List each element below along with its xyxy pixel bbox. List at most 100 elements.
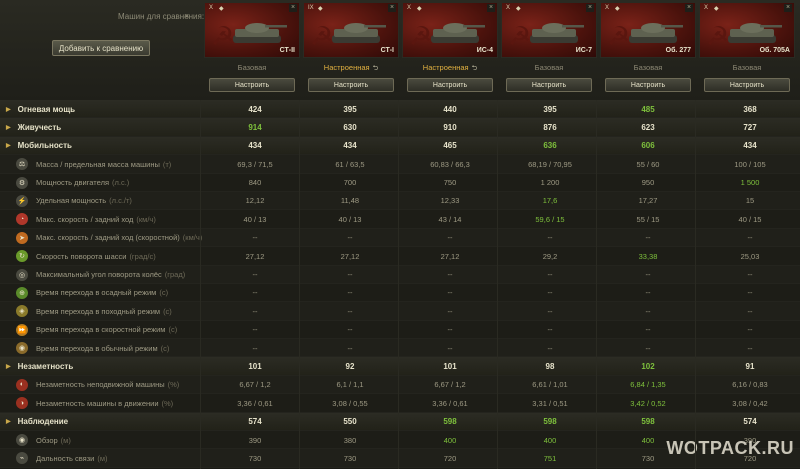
stat-value: -- [347, 325, 353, 335]
configure-button[interactable]: Настроить [704, 78, 790, 92]
stat-row: ⚡ Удельная мощность (л.с./т) 12,12 11,48 12… [0, 191, 800, 211]
stat-unit: (с) [168, 325, 178, 335]
stat-value: 465 [443, 141, 457, 151]
stat-label: ⊕ Время перехода в осадный режим (с) [16, 284, 168, 302]
section-row[interactable]: ▶ Огневая мощь 424 395 440 395 485 368 [0, 100, 800, 119]
configure-button[interactable]: Настроить [407, 78, 493, 92]
stat-name: Мощность двигателя [36, 178, 110, 188]
vehicle-column: ☭ X ◆ × Об. 705А Базовая Настроить [699, 0, 795, 100]
tier-label: X [605, 5, 610, 11]
stat-value: 395 [543, 104, 557, 114]
configure-button[interactable]: Настроить [506, 78, 592, 92]
configure-button[interactable]: Настроить [209, 78, 295, 92]
stat-value: -- [347, 270, 353, 280]
stat-value: 6,67 / 1,2 [239, 380, 271, 390]
section-row[interactable]: ▶ Незаметность 101 92 101 98 102 91 [0, 357, 800, 376]
stat-name: Обзор [36, 435, 58, 445]
stat-row: ◑ Незаметность машины в движении (%) 3,36… [0, 394, 800, 413]
vehicle-thumbnail[interactable]: ☭ X ◆ × СТ-II [204, 2, 300, 58]
section-row[interactable]: ▶ Мобильность 434 434 465 636 606 434 [0, 136, 800, 156]
section-label: ▶ Наблюдение [6, 413, 68, 431]
section-label: ▶ Живучесть [6, 118, 61, 136]
tank-icon [629, 23, 683, 43]
stat-label: ◐ Незаметность неподвижной машины (%) [16, 376, 179, 394]
weight-icon: ⚖ [16, 158, 28, 171]
vehicle-thumbnail[interactable]: ☭ X ◆ × ИС-4 [402, 2, 498, 58]
wheel-angle-icon: ◎ [16, 268, 28, 281]
stat-value: 3,31 / 0,51 [532, 398, 568, 408]
section-title: Мобильность [17, 141, 72, 151]
tank-icon [431, 23, 485, 43]
vehicle-name: ИС-4 [476, 47, 493, 54]
stat-value: -- [252, 306, 258, 316]
stat-value: 91 [745, 361, 755, 371]
stat-value: -- [645, 343, 651, 353]
remove-vehicle-icon[interactable]: × [487, 4, 495, 12]
vehicle-thumbnail[interactable]: ☭ X ◆ × ИС-7 [501, 2, 597, 58]
stat-unit: (%) [167, 380, 180, 390]
stat-value: 395 [343, 104, 357, 114]
vehicle-thumbnail[interactable]: ☭ IX ◆ × СТ-I [303, 2, 399, 58]
stat-value: 751 [543, 453, 557, 463]
remove-vehicle-icon[interactable]: × [586, 4, 594, 12]
section-title: Огневая мощь [17, 104, 75, 114]
stat-value: 720 [443, 453, 457, 463]
heavy-tank-icon: ◆ [417, 6, 422, 12]
fast-mode-icon: ⏩ [16, 323, 28, 336]
stat-value: 3,36 / 0,61 [237, 398, 273, 408]
vehicle-thumbnail[interactable]: ☭ X ◆ × Об. 705А [699, 2, 795, 58]
stat-row: ◔ Макс. скорость / задний ход (км/ч) 40 /… [0, 210, 800, 229]
configure-button[interactable]: Настроить [605, 78, 691, 92]
tank-icon [530, 23, 584, 43]
section-row[interactable]: ▶ Живучесть 914 630 910 876 623 727 [0, 118, 800, 137]
section-label: ▶ Незаметность [6, 357, 73, 375]
section-row[interactable]: ▶ Наблюдение 574 550 598 598 598 574 [0, 412, 800, 432]
stat-value: 3,42 / 0,52 [630, 398, 666, 408]
stat-value: 606 [641, 141, 655, 151]
stat-value: -- [645, 270, 651, 280]
stat-value: 550 [343, 417, 357, 427]
stat-value: 60,83 / 66,3 [430, 159, 470, 169]
reset-config-icon[interactable]: ⮌ [373, 65, 379, 72]
stat-value: 400 [443, 435, 457, 445]
vehicle-thumbnail[interactable]: ☭ X ◆ × Об. 277 [600, 2, 696, 58]
stat-label: ◔ Макс. скорость / задний ход (км/ч) [16, 210, 156, 228]
remove-vehicle-icon[interactable]: × [388, 4, 396, 12]
remove-vehicle-icon[interactable]: × [685, 4, 693, 12]
stat-value: 574 [743, 417, 757, 427]
clear-all-icon[interactable]: × [184, 11, 189, 21]
engine-icon: ⚙ [16, 176, 28, 189]
vehicle-column: ☭ X ◆ × ИС-4 Настроенная ⮌ Настроить [402, 0, 498, 100]
stat-value: 100 / 105 [734, 159, 766, 169]
normal-mode-icon: ◉ [16, 342, 28, 355]
remove-vehicle-icon[interactable]: × [289, 4, 297, 12]
stat-value: 68,19 / 70,95 [528, 159, 572, 169]
stat-row: ⚙ Мощность двигателя (л.с.) 840 700 750 1 20… [0, 173, 800, 192]
stat-value: -- [447, 233, 453, 243]
stat-row: ⊕ Время перехода в осадный режим (с) -- --… [0, 283, 800, 303]
stat-value: 55 / 60 [636, 159, 660, 169]
stat-value: 598 [641, 417, 655, 427]
tier-label: IX [308, 5, 314, 11]
radio-range-icon: ⌁ [16, 452, 28, 465]
reset-config-icon[interactable]: ⮌ [472, 65, 478, 72]
configure-button[interactable]: Настроить [308, 78, 394, 92]
remove-vehicle-icon[interactable]: × [784, 4, 792, 12]
stat-unit: (л.с./т) [109, 196, 132, 206]
stat-value: 434 [743, 141, 757, 151]
stat-unit: (м) [60, 435, 71, 445]
camo-still-icon: ◐ [16, 378, 28, 391]
stat-value: 6,1 / 1,1 [336, 380, 364, 390]
stat-value: -- [447, 343, 453, 353]
tank-icon [728, 23, 782, 43]
stat-value: 368 [743, 104, 757, 114]
comparison-table: ▶ Огневая мощь 424 395 440 395 485 368 ▶ Живуч… [0, 100, 800, 468]
stat-unit: (м) [97, 453, 108, 463]
add-to-compare-button[interactable]: Добавить к сравнению [52, 40, 150, 56]
stat-value: 12,33 [440, 196, 460, 206]
stat-value: 6,67 / 1,2 [434, 380, 466, 390]
stat-name: Макс. скорость / задний ход [36, 214, 134, 224]
stat-value: 40 / 13 [243, 214, 267, 224]
stat-value: 876 [543, 122, 557, 132]
stat-label: ◈ Время перехода в походный режим (с) [16, 302, 172, 320]
